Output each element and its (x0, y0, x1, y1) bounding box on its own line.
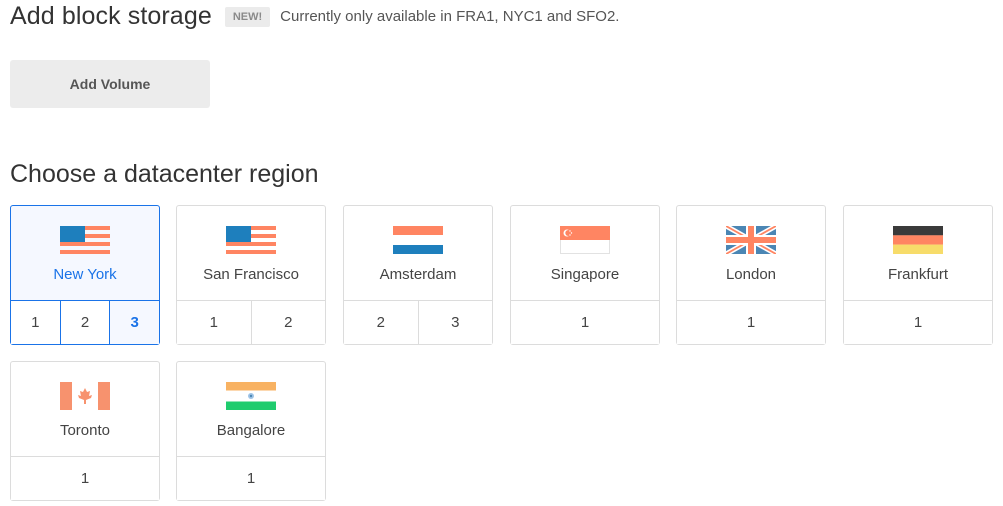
datacenter-option[interactable]: 1 (177, 301, 251, 344)
canada-flag-icon (60, 382, 110, 410)
us-flag-icon (60, 226, 110, 254)
datacenter-option[interactable]: 1 (177, 457, 325, 500)
datacenter-number-selector: 1 (677, 300, 825, 344)
region-card-bangalore[interactable]: Bangalore 1 (176, 361, 326, 501)
page-title: Add block storage (10, 2, 212, 30)
datacenter-option[interactable]: 2 (59, 301, 110, 344)
add-volume-button[interactable]: Add Volume (10, 60, 210, 108)
datacenter-option[interactable]: 1 (11, 301, 60, 344)
datacenter-option[interactable]: 1 (11, 457, 159, 500)
region-name: Toronto (59, 422, 111, 439)
region-name: Frankfurt (887, 266, 948, 283)
availability-note: Currently only available in FRA1, NYC1 a… (280, 8, 620, 25)
region-card-singapore[interactable]: Singapore 1 (510, 205, 660, 345)
region-name: Amsterdam (379, 266, 457, 283)
region-name: New York (53, 266, 117, 283)
region-card-san-francisco[interactable]: San Francisco 1 2 (176, 205, 326, 345)
datacenter-option[interactable]: 1 (511, 301, 659, 344)
datacenter-option[interactable]: 1 (677, 301, 825, 344)
datacenter-option-selected[interactable]: 3 (109, 301, 160, 344)
datacenter-number-selector: 1 2 3 (11, 300, 160, 344)
page-header: Add block storage NEW! Currently only av… (10, 2, 619, 31)
germany-flag-icon (893, 226, 943, 254)
region-card-frankfurt[interactable]: Frankfurt 1 (843, 205, 993, 345)
netherlands-flag-icon (393, 226, 443, 254)
region-section-title: Choose a datacenter region (10, 160, 319, 188)
datacenter-option[interactable]: 2 (344, 301, 418, 344)
us-flag-icon (226, 226, 276, 254)
region-card-amsterdam[interactable]: Amsterdam 2 3 (343, 205, 493, 345)
datacenter-option[interactable]: 3 (417, 301, 492, 344)
uk-flag-icon (726, 226, 776, 254)
datacenter-number-selector: 1 (177, 456, 325, 500)
datacenter-number-selector: 2 3 (344, 300, 492, 344)
region-name: Bangalore (216, 422, 286, 439)
region-name: Singapore (550, 266, 620, 283)
india-flag-icon (226, 382, 276, 410)
region-card-new-york[interactable]: New York 1 2 3 (10, 205, 160, 345)
datacenter-option[interactable]: 2 (250, 301, 325, 344)
singapore-flag-icon (560, 226, 610, 254)
datacenter-number-selector: 1 2 (177, 300, 325, 344)
datacenter-number-selector: 1 (511, 300, 659, 344)
datacenter-number-selector: 1 (844, 300, 992, 344)
region-card-london[interactable]: London 1 (676, 205, 826, 345)
datacenter-option[interactable]: 1 (844, 301, 992, 344)
region-card-toronto[interactable]: Toronto 1 (10, 361, 160, 501)
new-badge: NEW! (224, 6, 271, 27)
datacenter-number-selector: 1 (11, 456, 159, 500)
region-name: London (725, 266, 777, 283)
region-name: San Francisco (203, 266, 299, 283)
